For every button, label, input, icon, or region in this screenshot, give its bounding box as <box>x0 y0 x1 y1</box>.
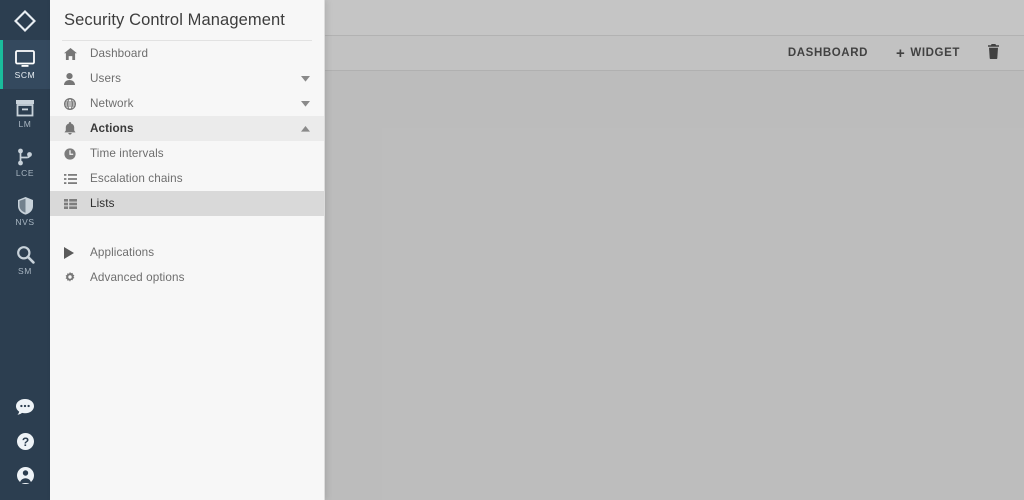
rail-item-lce-label: LCE <box>15 167 35 178</box>
menu-item-time-intervals[interactable]: Time intervals <box>50 141 324 166</box>
user-account-icon[interactable] <box>0 458 50 492</box>
menu-item-applications-label: Applications <box>90 245 155 259</box>
app-rail: SCM LM LCE NVS SM ? <box>0 0 50 500</box>
archive-box-icon <box>15 99 35 117</box>
diamond-logo-icon[interactable] <box>0 2 50 40</box>
play-triangle-icon <box>64 246 90 259</box>
rail-item-scm-label: SCM <box>14 69 36 80</box>
globe-icon <box>64 97 90 110</box>
scm-menu-panel: Security Control Management Dashboard Us… <box>50 0 325 500</box>
menu-group-gap <box>50 216 324 228</box>
grid-list-icon <box>64 198 90 209</box>
rail-item-nvs-label: NVS <box>15 217 35 227</box>
home-icon <box>64 47 90 60</box>
trash-icon <box>987 44 1000 62</box>
rail-item-lm[interactable]: LM <box>0 89 50 138</box>
bell-icon <box>64 122 90 135</box>
menu-item-advanced-options-label: Advanced options <box>90 270 185 284</box>
add-widget-label: WIDGET <box>910 47 960 59</box>
monitor-icon <box>15 49 35 68</box>
menu-item-applications[interactable]: Applications <box>50 240 324 265</box>
menu-item-actions-label: Actions <box>90 121 134 135</box>
menu-item-advanced-options[interactable]: Advanced options <box>50 265 324 290</box>
menu-item-lists[interactable]: Lists <box>50 191 324 216</box>
rail-item-scm[interactable]: SCM <box>0 40 50 89</box>
svg-text:?: ? <box>21 435 28 449</box>
gear-icon <box>64 271 90 284</box>
menu-item-users[interactable]: Users <box>50 66 324 91</box>
add-widget-button[interactable]: + WIDGET <box>882 36 974 71</box>
list-icon <box>64 173 90 184</box>
dashboard-button[interactable]: DASHBOARD <box>774 36 882 71</box>
user-icon <box>64 72 90 85</box>
panel-title: Security Control Management <box>64 10 285 29</box>
menu-group-gap-2 <box>50 228 324 240</box>
chat-bubble-icon[interactable] <box>0 390 50 424</box>
chevron-up-icon[interactable] <box>301 116 310 141</box>
chevron-down-icon[interactable] <box>301 66 310 91</box>
menu-item-time-intervals-label: Time intervals <box>90 146 164 160</box>
menu-primary-group: Dashboard Users Network Actions Time int… <box>50 41 324 290</box>
rail-bottom-group: ? <box>0 390 50 500</box>
rail-item-sm[interactable]: SM <box>0 236 50 285</box>
magnifier-icon <box>16 245 35 264</box>
rail-item-lce[interactable]: LCE <box>0 138 50 187</box>
menu-item-dashboard[interactable]: Dashboard <box>50 41 324 66</box>
menu-item-actions[interactable]: Actions <box>50 116 324 141</box>
sitemap-branch-icon <box>16 148 34 166</box>
shield-icon <box>17 196 34 215</box>
rail-item-sm-label: SM <box>18 266 32 276</box>
clock-icon <box>64 147 90 160</box>
help-circle-icon[interactable]: ? <box>0 424 50 458</box>
rail-item-nvs[interactable]: NVS <box>0 187 50 236</box>
menu-item-dashboard-label: Dashboard <box>90 46 149 60</box>
menu-item-network-label: Network <box>90 96 134 110</box>
menu-item-users-label: Users <box>90 71 122 85</box>
application-window: DASHBOARD + WIDGET SCM LM LCE NVS SM ? S… <box>0 0 1024 500</box>
dashboard-button-label: DASHBOARD <box>787 47 869 59</box>
chevron-down-icon[interactable] <box>301 91 310 116</box>
menu-item-escalation-chains-label: Escalation chains <box>90 171 183 185</box>
delete-dashboard-button[interactable] <box>976 36 1010 71</box>
menu-item-lists-label: Lists <box>90 196 115 210</box>
rail-item-lm-label: LM <box>18 118 32 129</box>
menu-item-network[interactable]: Network <box>50 91 324 116</box>
plus-icon: + <box>896 44 906 62</box>
menu-item-escalation-chains[interactable]: Escalation chains <box>50 166 324 191</box>
